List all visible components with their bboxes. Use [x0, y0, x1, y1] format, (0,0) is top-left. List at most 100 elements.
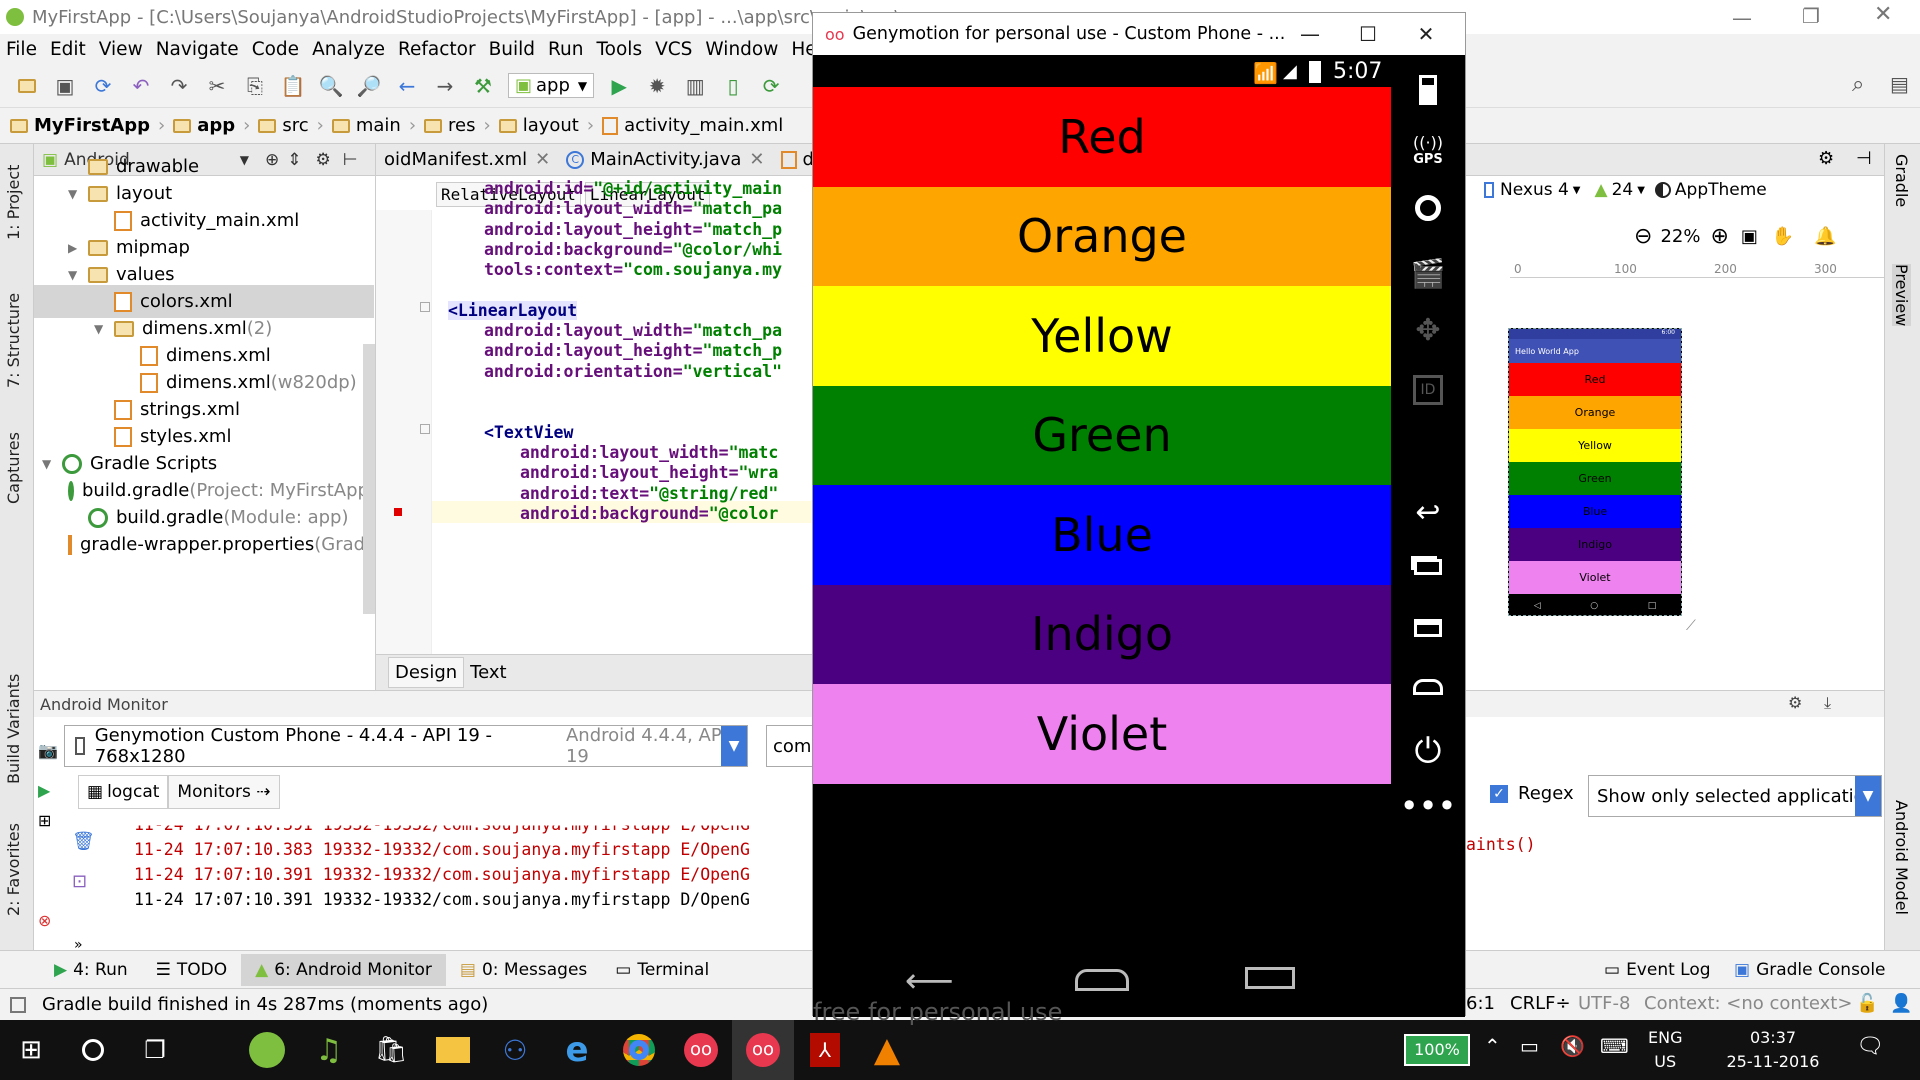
gear-icon[interactable]: ⚙ [1818, 148, 1834, 169]
menu-tools[interactable]: Tools [597, 39, 643, 60]
tab-text[interactable]: Text [464, 658, 512, 687]
tab-android-model[interactable]: Android Model [1892, 800, 1911, 915]
menu-window[interactable]: Window [705, 39, 778, 60]
hide-icon[interactable]: ⊣ [1856, 148, 1872, 169]
fit-screen-icon[interactable]: ▣ [1741, 226, 1758, 247]
regex-checkbox[interactable]: ✓ Regex [1490, 783, 1574, 804]
keyboard-icon[interactable]: ⌨ [1600, 1034, 1629, 1058]
api-select[interactable]: 24 [1612, 180, 1634, 200]
tab-favorites[interactable]: 2: Favorites [4, 823, 23, 916]
run-config-select[interactable]: ▣ app ▼ [508, 73, 595, 98]
store-icon[interactable]: 🛍 [360, 1020, 422, 1080]
forward-icon[interactable]: → [432, 73, 458, 99]
zoom-in-icon[interactable]: ⊕ [1710, 224, 1728, 249]
device-select[interactable]: Nexus 4 [1500, 180, 1569, 200]
close-icon[interactable]: ⊗ [38, 911, 51, 930]
paste-icon[interactable]: 📋 [280, 73, 306, 99]
bell-icon[interactable]: 🔔 [1814, 226, 1836, 247]
caret-position[interactable]: 6:1 [1466, 993, 1495, 1014]
find-icon[interactable]: 🔍 [318, 73, 344, 99]
task-view-icon[interactable]: ❐ [124, 1020, 186, 1080]
tab-structure[interactable]: 7: Structure [4, 293, 23, 388]
replace-icon[interactable]: 🔎 [356, 73, 382, 99]
battery-widget-icon[interactable] [1391, 75, 1465, 105]
menu-vcs[interactable]: VCS [655, 39, 692, 60]
menu-edit[interactable]: Edit [50, 39, 86, 60]
dpad-widget-icon[interactable]: ✥ [1391, 313, 1465, 348]
recents-icon[interactable] [1245, 967, 1295, 989]
tab-logcat[interactable]: ▦ logcat [78, 775, 169, 809]
windows-start-icon[interactable]: ⊞ [0, 1020, 62, 1080]
expand-arrow-icon[interactable]: ▼ [68, 187, 88, 201]
debug-icon[interactable]: ✹ [644, 73, 670, 99]
tab-event-log[interactable]: ▭ Event Log [1590, 954, 1725, 986]
expand-arrow-icon[interactable]: ▼ [68, 268, 88, 282]
menu-navigate[interactable]: Navigate [156, 39, 239, 60]
tray-expand-icon[interactable]: ⌃ [1484, 1034, 1501, 1058]
home-button-icon[interactable] [1391, 679, 1465, 695]
minimize-icon[interactable]: — [1732, 6, 1752, 30]
tab-monitors[interactable]: Monitors ⇢ [168, 775, 280, 809]
save-icon[interactable]: ▣ [52, 73, 78, 99]
tab-dimens[interactable]: dimen [773, 149, 816, 170]
trash-icon[interactable]: 🗑 [72, 831, 95, 852]
run-icon[interactable]: ▶ [606, 73, 632, 99]
project-scrollbar[interactable] [363, 344, 375, 614]
tab-main-activity[interactable]: C MainActivity.java ✕ [558, 149, 772, 170]
capture-widget-icon[interactable]: 🎬 [1391, 257, 1465, 290]
cut-icon[interactable]: ✂ [204, 73, 230, 99]
menu-build[interactable]: Build [489, 39, 535, 60]
resize-handle-icon[interactable]: ⟋ [1686, 618, 1696, 634]
profile-icon[interactable]: ▥ [682, 73, 708, 99]
back-button-icon[interactable]: ↩ [1391, 495, 1465, 530]
tab-build-variants[interactable]: Build Variants [4, 674, 23, 784]
search-everywhere-icon[interactable]: ⌕ [1852, 72, 1864, 97]
network-icon[interactable]: ▭ [1520, 1034, 1539, 1058]
menu-file[interactable]: File [6, 39, 37, 60]
tab-todo[interactable]: ☰ TODO [142, 954, 242, 986]
pan-icon[interactable]: ✋ [1772, 226, 1794, 247]
file-encoding[interactable]: UTF-8 [1578, 993, 1630, 1014]
menu-analyze[interactable]: Analyze [312, 39, 385, 60]
redo-icon[interactable]: ↷ [166, 73, 192, 99]
menu-code[interactable]: Code [252, 39, 299, 60]
run-icon[interactable]: ▶ [38, 781, 50, 800]
people-app-icon[interactable]: ⚇ [484, 1020, 546, 1080]
back-icon[interactable]: ← [394, 73, 420, 99]
make-project-icon[interactable]: ⚒ [470, 73, 496, 99]
gear-icon[interactable]: ⚙ [1788, 693, 1802, 712]
minimize-icon[interactable]: — [1287, 13, 1333, 55]
breadcrumb-project[interactable]: MyFirstApp [10, 115, 150, 136]
line-separator[interactable]: CRLF÷ [1510, 993, 1571, 1014]
chrome-icon[interactable] [608, 1020, 670, 1080]
recent-apps-button-icon[interactable] [1391, 559, 1465, 575]
breadcrumb-file[interactable]: activity_main.xml [602, 115, 783, 136]
tab-manifest[interactable]: oidManifest.xml ✕ [376, 149, 558, 170]
cortana-icon[interactable] [62, 1020, 124, 1080]
expand-arrow-icon[interactable]: ▼ [94, 322, 114, 336]
open-folder-icon[interactable] [14, 73, 40, 99]
battery-indicator[interactable]: 100% [1404, 1034, 1470, 1066]
fold-marker-icon[interactable] [420, 302, 430, 312]
tab-captures[interactable]: Captures [4, 432, 23, 504]
tab-messages[interactable]: ▤ 0: Messages [446, 954, 601, 986]
breakpoint-icon[interactable] [394, 508, 402, 516]
genymotion-player-icon[interactable]: oo [732, 1020, 794, 1080]
structure-icon[interactable]: ▤ [1890, 72, 1909, 96]
copy-icon[interactable]: ⎘ [242, 73, 268, 99]
back-icon[interactable]: ⟵ [905, 961, 954, 1001]
inspector-icon[interactable]: 👤 [1890, 993, 1912, 1014]
scroll-end-icon[interactable]: ⊡ [72, 871, 87, 892]
tree-item[interactable]: gradle-wrapper.properties (Gradle Versio… [34, 528, 374, 561]
acrobat-icon[interactable]: ⅄ [794, 1020, 856, 1080]
close-tab-icon[interactable]: ✕ [535, 149, 550, 170]
tab-terminal[interactable]: ▭ Terminal [601, 954, 723, 986]
tab-project[interactable]: 1: Project [4, 165, 23, 240]
home-icon[interactable] [1075, 969, 1129, 991]
tab-preview[interactable]: Preview [1892, 264, 1911, 327]
menu-run[interactable]: Run [548, 39, 583, 60]
vlc-icon[interactable]: ▲ [856, 1020, 918, 1080]
clock[interactable]: 03:37 25-11-2016 [1726, 1026, 1820, 1074]
breadcrumb-app[interactable]: app [173, 115, 235, 136]
undo-icon[interactable]: ↶ [128, 73, 154, 99]
